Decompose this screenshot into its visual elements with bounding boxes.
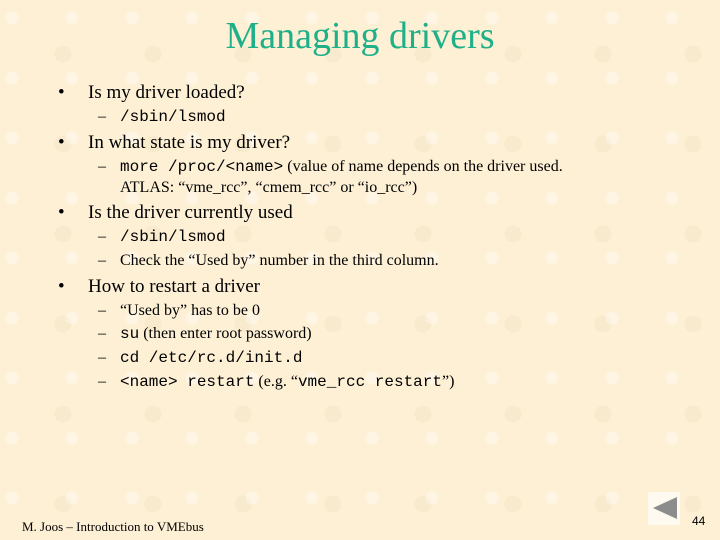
- bullet-text: Is the driver currently used: [88, 202, 293, 223]
- bullet-icon: •: [58, 276, 65, 297]
- command-text: vme_rcc restart: [297, 373, 442, 391]
- sub-text: Check the “Used by” number in the third …: [120, 252, 439, 269]
- bullet-text: How to restart a driver: [88, 276, 260, 297]
- footer-author: M. Joos – Introduction to VMEbus: [22, 519, 204, 534]
- sub-text: “Used by” has to be 0: [120, 302, 260, 319]
- sub-text: ATLAS: “vme_rcc”, “cmem_rcc” or “io_rcc”…: [120, 179, 418, 196]
- dash-icon: –: [98, 325, 106, 342]
- bullet-text: In what state is my driver?: [88, 132, 291, 153]
- bullet-icon: •: [58, 202, 65, 223]
- command-text: <name> restart: [120, 373, 255, 391]
- previous-slide-button[interactable]: [648, 492, 680, 525]
- command-text: cd /etc/rc.d/init.d: [120, 349, 303, 367]
- dash-icon: –: [98, 349, 106, 366]
- sub-text: (then enter root password): [139, 325, 312, 342]
- dash-icon: –: [98, 252, 106, 269]
- bullet-icon: •: [58, 82, 65, 103]
- bullet-icon: •: [58, 132, 65, 153]
- previous-slide-icon: [653, 497, 677, 519]
- sub-text: (e.g. “: [254, 373, 298, 390]
- page-number: 44: [692, 514, 706, 528]
- dash-icon: –: [98, 158, 106, 175]
- dash-icon: –: [98, 373, 106, 390]
- dash-icon: –: [98, 108, 106, 125]
- slide-title: Managing drivers: [225, 15, 495, 57]
- dash-icon: –: [98, 302, 106, 319]
- bullet-text: Is my driver loaded?: [88, 82, 245, 103]
- dash-icon: –: [98, 228, 106, 245]
- command-text: /sbin/lsmod: [120, 228, 226, 246]
- command-text: su: [120, 325, 140, 343]
- sub-text: ”): [441, 373, 455, 390]
- command-text: /sbin/lsmod: [120, 108, 226, 126]
- command-text: more /proc/<name>: [120, 158, 284, 176]
- sub-text: (value of name depends on the driver use…: [283, 158, 563, 175]
